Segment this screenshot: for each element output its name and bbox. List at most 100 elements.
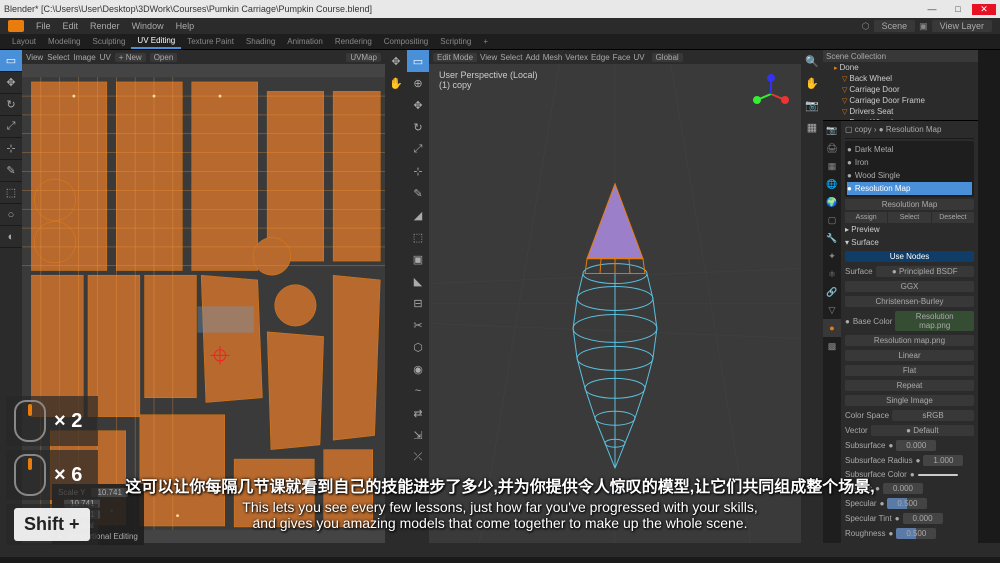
vp-menu-uv[interactable]: UV [633,53,644,62]
rip-tool[interactable]: ⬚ [0,182,22,204]
uv-menu-uv[interactable]: UV [100,53,111,62]
tab-animation[interactable]: Animation [281,35,329,48]
ptab-output[interactable]: 🖨 [823,139,841,157]
colorspace-dropdown[interactable]: sRGB [892,410,974,421]
vp-menu-view[interactable]: View [480,53,497,62]
metallic-input[interactable]: 0.000 [883,483,923,494]
vp-extrude-tool[interactable]: ⬚ [407,226,429,248]
material-slot[interactable]: ●Wood Single [847,169,972,182]
sss-method-dropdown[interactable]: Christensen-Burley [845,296,974,307]
vp-loop-cut-tool[interactable]: ⊟ [407,292,429,314]
ptab-scene[interactable]: 🌐 [823,175,841,193]
material-slot[interactable]: ●Dark Metal [847,143,972,156]
specular-input[interactable]: 0.500 [887,498,927,509]
ptab-view[interactable]: ▦ [823,157,841,175]
move-tool[interactable]: ✥ [0,72,22,94]
uv-new-button[interactable]: + New [115,53,146,62]
vp-smooth-tool[interactable]: ~ [407,380,429,402]
outliner-item[interactable]: ▽Carriage Door Frame [823,95,978,106]
tab-rendering[interactable]: Rendering [329,35,378,48]
material-name-field[interactable]: Resolution Map [845,199,974,210]
base-color-input[interactable]: Resolution map.png [895,311,974,331]
vp-rip-tool[interactable]: ⤫ [407,446,429,468]
cursor-tool[interactable]: ▭ [0,50,22,72]
vp-move-tool[interactable]: ✥ [407,94,429,116]
vp-poly-build-tool[interactable]: ⬡ [407,336,429,358]
outliner-item[interactable]: ▽Back Wheel [823,73,978,84]
extension-dropdown[interactable]: Repeat [845,380,974,391]
surface-section[interactable]: ▾ Surface [845,236,974,249]
vp-annotate-tool[interactable]: ✎ [407,182,429,204]
scene-selector[interactable]: Scene [874,20,916,32]
vp-measure-tool[interactable]: ◢ [407,204,429,226]
uv-menu-image[interactable]: Image [73,53,95,62]
projection-dropdown[interactable]: Flat [845,365,974,376]
blender-logo-icon[interactable] [8,20,24,32]
vp-menu-add[interactable]: Add [525,53,539,62]
vp-zoom-icon[interactable]: 🔍 [801,50,823,72]
tab-add[interactable]: + [477,35,494,48]
close-button[interactable]: ✕ [972,4,996,15]
interp-dropdown[interactable]: Linear [845,350,974,361]
vp-scale-tool[interactable]: ⤢ [407,138,429,160]
vp-menu-mesh[interactable]: Mesh [543,53,563,62]
uv-pan-icon[interactable]: ✥ [385,50,407,72]
ptab-mesh[interactable]: ▽ [823,301,841,319]
vp-knife-tool[interactable]: ✂ [407,314,429,336]
menu-edit[interactable]: Edit [57,21,85,31]
menu-file[interactable]: File [30,21,57,31]
texture-name[interactable]: Resolution map.png [845,335,974,346]
subsurface-color-input[interactable] [918,474,958,476]
orientation-selector[interactable]: Global [652,53,683,62]
tab-sculpting[interactable]: Sculpting [87,35,132,48]
tab-shading[interactable]: Shading [240,35,281,48]
vp-menu-vertex[interactable]: Vertex [565,53,588,62]
vp-spin-tool[interactable]: ◉ [407,358,429,380]
tab-compositing[interactable]: Compositing [378,35,434,48]
vector-input[interactable]: ● Default [871,425,974,436]
ggx-dropdown[interactable]: GGX [845,281,974,292]
ptab-particle[interactable]: ✦ [823,247,841,265]
menu-window[interactable]: Window [126,21,170,31]
vp-inset-tool[interactable]: ▣ [407,248,429,270]
tab-layout[interactable]: Layout [6,35,42,48]
vp-menu-face[interactable]: Face [613,53,631,62]
assign-button[interactable]: Assign [845,212,887,223]
outliner-item[interactable]: ▽Drivers Seat [823,106,978,117]
uv-open-button[interactable]: Open [150,53,178,62]
tab-scripting[interactable]: Scripting [434,35,477,48]
roughness-input[interactable]: 0.500 [896,528,936,539]
uv-hand-icon[interactable]: ✋ [385,72,407,94]
material-slot[interactable]: ●Resolution Map [847,182,972,195]
tab-texture-paint[interactable]: Texture Paint [181,35,240,48]
viewport[interactable]: Edit Mode View Select Add Mesh Vertex Ed… [429,50,801,543]
ptab-constraint[interactable]: 🔗 [823,283,841,301]
outliner-header[interactable]: Scene Collection [823,50,978,62]
vp-bevel-tool[interactable]: ◣ [407,270,429,292]
minimize-button[interactable]: — [920,4,944,15]
uv-menu-view[interactable]: View [26,53,43,62]
tab-uv-editing[interactable]: UV Editing [131,34,181,49]
ptab-object[interactable]: ▢ [823,211,841,229]
viewport-canvas[interactable]: User Perspective (Local) (1) copy [429,64,801,543]
ptab-modifier[interactable]: 🔧 [823,229,841,247]
annotate-tool[interactable]: ✎ [0,160,22,182]
source-dropdown[interactable]: Single Image [845,395,974,406]
uv-map-selector[interactable]: UVMap [346,53,381,62]
uv-menu-select[interactable]: Select [47,53,69,62]
preview-section[interactable]: ▸ Preview [845,223,974,236]
subsurface-radius-input[interactable]: 1.000 [923,455,963,466]
tab-modeling[interactable]: Modeling [42,35,86,48]
ptab-world[interactable]: 🌍 [823,193,841,211]
deselect-button[interactable]: Deselect [932,212,974,223]
vp-persp-icon[interactable]: ▦ [801,116,823,138]
mode-selector[interactable]: Edit Mode [433,53,477,62]
ptab-render[interactable]: 📷 [823,121,841,139]
ptab-material[interactable]: ● [823,319,841,337]
menu-render[interactable]: Render [84,21,126,31]
vp-transform-tool[interactable]: ⊹ [407,160,429,182]
outliner-item[interactable]: ▸Done [823,62,978,73]
vp-camera-icon[interactable]: 📷 [801,94,823,116]
ptab-texture[interactable]: ▩ [823,337,841,355]
use-nodes-button[interactable]: Use Nodes [845,251,974,262]
